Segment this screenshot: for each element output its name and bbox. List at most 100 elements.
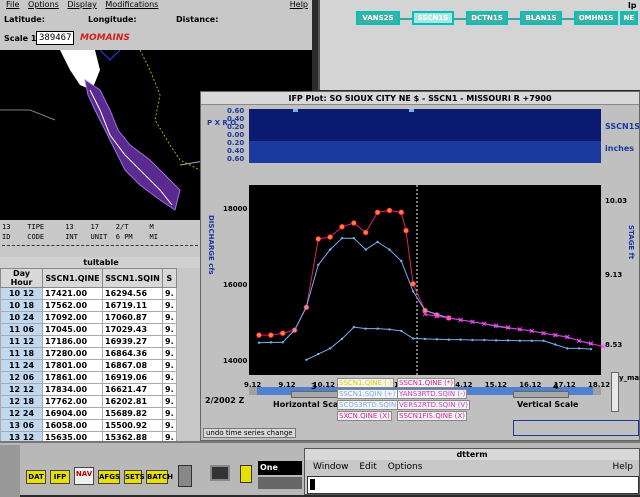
- afgs-button[interactable]: AFGS: [98, 470, 120, 484]
- terminal-cursor: [310, 479, 315, 490]
- menu-help[interactable]: Help: [290, 0, 308, 10]
- legend-item[interactable]: VERS2RTD.SQIN (V): [397, 400, 470, 410]
- table-row[interactable]: 11 06 17045.00 17029.43 9.: [0, 323, 177, 336]
- dtterm-menu-window[interactable]: Window: [313, 462, 349, 472]
- map-menubar: File Options Display Modifications Help: [0, 0, 312, 10]
- strip-line-2: ID CODE INT UNIT 6 PM MI: [2, 233, 158, 241]
- terminal-body[interactable]: [307, 476, 639, 494]
- series-point: [257, 341, 261, 344]
- legend-item[interactable]: SXCN.QINE (X): [337, 411, 392, 421]
- workspace-one[interactable]: One: [258, 461, 302, 475]
- table-cell: 9.: [162, 335, 177, 348]
- batch-button[interactable]: BATCH: [146, 470, 173, 484]
- h-scale-value: 3: [311, 382, 317, 391]
- table-cell: 12 24: [0, 407, 43, 420]
- table-row[interactable]: 12 24 16904.00 15689.82 9.: [0, 407, 177, 420]
- table-cell: 16058.00: [42, 419, 103, 432]
- table-cell: 17801.00: [42, 359, 103, 372]
- node-ne[interactable]: NE: [620, 11, 638, 25]
- table-row[interactable]: 10 18 17562.00 16719.11 9.: [0, 299, 177, 312]
- legend-item[interactable]: SSCN1.QINE (*): [397, 378, 456, 388]
- table-cell: 16719.11: [102, 299, 163, 312]
- table-row[interactable]: 12 12 17834.00 16621.47 9.: [0, 383, 177, 396]
- node-vans2s[interactable]: VANS2S: [356, 11, 400, 25]
- table-row[interactable]: 12 18 17762.00 16202.81 9.: [0, 395, 177, 408]
- legend-item[interactable]: SSCN1.QINE (-): [337, 378, 395, 388]
- table-cell: 17092.00: [42, 311, 103, 324]
- series-point: [411, 290, 415, 293]
- table-row[interactable]: 11 18 17280.00 16864.36 9.: [0, 347, 177, 360]
- legend-item[interactable]: SSCN1.SQIN (+): [337, 389, 398, 399]
- series-point: [364, 327, 367, 330]
- col-qine[interactable]: SSCN1.QINE: [42, 268, 103, 288]
- scroll-left-arrow[interactable]: [249, 387, 257, 395]
- menu-display[interactable]: Display: [67, 0, 97, 9]
- series-point: [293, 328, 296, 332]
- table-row[interactable]: 10 12 17421.00 16294.56 9.: [0, 287, 177, 300]
- ifp-button[interactable]: IFP: [50, 470, 70, 484]
- table-cell: 9.: [162, 299, 177, 312]
- table-cell: 11 12: [0, 335, 43, 348]
- table-cell: 10 24: [0, 311, 43, 324]
- series-point: [279, 330, 286, 336]
- node-blan1s[interactable]: BLAN1S: [520, 11, 562, 25]
- series-point: [340, 337, 344, 341]
- header-strip: 13 TIPE 13 17 2/T M ID CODE INT UNIT 6 P…: [0, 220, 202, 256]
- tree-window: lp VANS2S SSCN1S DCTN1S BLAN1S OMHN1S NE: [318, 0, 640, 90]
- col-sqin[interactable]: SSCN1.SQIN: [102, 268, 163, 288]
- latitude-label: Latitude:: [4, 15, 45, 24]
- dat-button[interactable]: DAT: [26, 470, 46, 484]
- discharge-axis-label: DISCHARGE cfs: [207, 215, 215, 275]
- table-row[interactable]: 11 24 17801.00 16867.08 9.: [0, 359, 177, 372]
- table-cell: 12 06: [0, 371, 43, 384]
- distance-label: Distance:: [176, 15, 219, 24]
- legend-item[interactable]: SSCN1FIS.QINE (X): [397, 411, 467, 421]
- col-stage[interactable]: S: [162, 268, 177, 288]
- lock-icon[interactable]: [240, 465, 252, 483]
- node-dctn1s[interactable]: DCTN1S: [466, 11, 508, 25]
- cabinet-icon[interactable]: [178, 465, 192, 487]
- node-sscn1s[interactable]: SSCN1S: [412, 11, 454, 25]
- table-cell: 16621.47: [102, 383, 163, 396]
- series-point: [315, 236, 322, 242]
- col-day-hour[interactable]: Day Hour: [0, 268, 43, 288]
- table-row[interactable]: 13 06 16058.00 15500.92 9.: [0, 419, 177, 432]
- y-right-tick-label: 10.03: [605, 197, 627, 205]
- menu-options[interactable]: Options: [28, 0, 59, 9]
- series-point: [447, 338, 450, 341]
- dtterm-menu-edit[interactable]: Edit: [359, 462, 376, 472]
- v-scale-slider[interactable]: [513, 391, 569, 398]
- series-point: [398, 209, 405, 216]
- table-row[interactable]: 12 06 17861.00 16919.06 9.: [0, 371, 177, 384]
- tree-help[interactable]: lp: [628, 1, 636, 10]
- node-omhn1s[interactable]: OMHN1S: [574, 11, 618, 25]
- table-cell: 17045.00: [42, 323, 103, 336]
- scroll-right-arrow[interactable]: [593, 387, 601, 395]
- menu-file[interactable]: File: [6, 0, 19, 9]
- dtterm-menu-help[interactable]: Help: [612, 461, 633, 474]
- dtterm-menu-options[interactable]: Options: [388, 462, 423, 472]
- tultable-body: 10 12 17421.00 16294.56 9. 10 18 17562.00 1671…: [0, 287, 177, 444]
- scale-input[interactable]: 389467: [36, 31, 74, 45]
- y-right-tick-label: 9.13: [605, 271, 622, 279]
- series-point: [403, 227, 409, 234]
- table-row[interactable]: 11 12 17186.00 16939.27 9.: [0, 335, 177, 348]
- table-cell: 16904.00: [42, 407, 103, 420]
- nav-button[interactable]: NAV: [74, 467, 94, 485]
- strip-divider: [2, 245, 198, 246]
- undo-button[interactable]: undo time series change: [203, 428, 296, 438]
- legend-item[interactable]: YANS3RTD.SQIN (-): [397, 389, 468, 399]
- y-tick-label: 14000: [223, 357, 247, 365]
- menu-modifications[interactable]: Modifications: [105, 0, 158, 9]
- sets-button[interactable]: SETS: [124, 470, 145, 484]
- y-max-slider[interactable]: [611, 372, 619, 412]
- series-point: [352, 237, 356, 240]
- series-point: [281, 341, 284, 344]
- table-row[interactable]: 10 24 17092.00 17060.87 9.: [0, 311, 177, 324]
- series-point: [364, 248, 367, 251]
- table-cell: 9.: [162, 287, 177, 300]
- terminal-icon[interactable]: [210, 465, 230, 481]
- workspace-two[interactable]: [258, 477, 302, 489]
- table-cell: 17060.87: [102, 311, 163, 324]
- table-cell: 17861.00: [42, 371, 103, 384]
